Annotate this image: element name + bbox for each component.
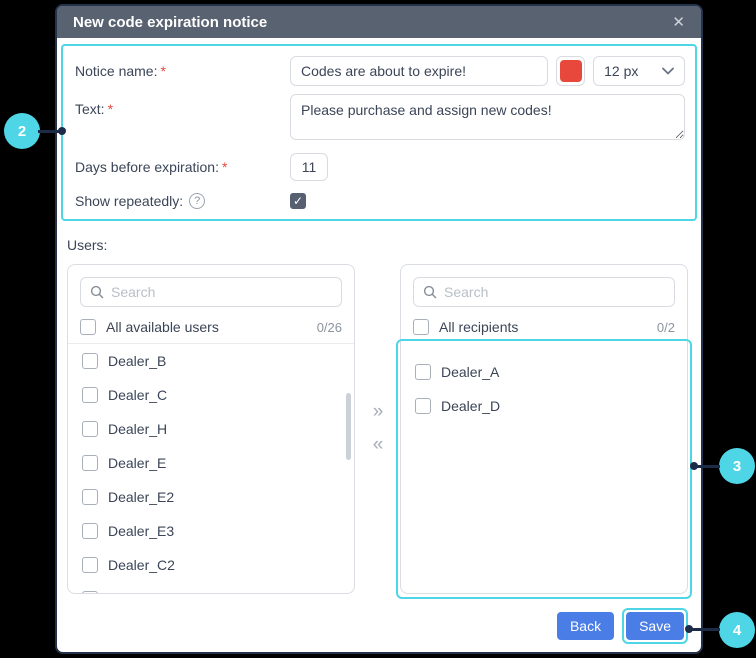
annotation-badge-4: 4 (719, 612, 755, 648)
page-background: New code expiration notice ✕ Notice name… (0, 0, 756, 658)
days-row: Days before expiration:* (75, 153, 685, 181)
available-count: 0/26 (317, 320, 342, 335)
recipients-count: 0/2 (657, 320, 675, 335)
annotation-dot-4 (685, 625, 693, 633)
notice-name-row: Notice name:* 12 px (75, 56, 685, 86)
color-swatch (560, 60, 582, 82)
dialog-header: New code expiration notice ✕ (57, 6, 701, 38)
available-search-input[interactable] (111, 284, 332, 300)
show-repeatedly-checkbox[interactable]: ✓ (290, 193, 306, 209)
search-icon (90, 285, 104, 299)
annotation-badge-2: 2 (4, 113, 40, 149)
select-all-available-row: All available users 0/26 (68, 311, 354, 343)
list-item[interactable]: Dealer_H (68, 412, 354, 446)
available-search-box (80, 277, 342, 307)
notice-name-label-text: Notice name: (75, 63, 157, 79)
days-label: Days before expiration:* (75, 159, 290, 175)
scrollbar-thumb[interactable] (346, 393, 351, 460)
notice-name-label: Notice name:* (75, 63, 290, 79)
user-checkbox[interactable] (82, 591, 98, 594)
user-name: Dealer_B (108, 353, 166, 369)
search-icon (423, 285, 437, 299)
color-picker-button[interactable] (556, 56, 585, 86)
annotation-line-3 (696, 465, 720, 468)
list-item[interactable]: Dealer_E (68, 446, 354, 480)
list-item[interactable]: Dealer_C2 (68, 548, 354, 582)
user-checkbox[interactable] (82, 489, 98, 505)
select-all-recipients-label: All recipients (439, 319, 518, 335)
font-size-select[interactable]: 12 px (593, 56, 685, 86)
days-label-text: Days before expiration: (75, 159, 219, 175)
annotation-dot-3 (690, 462, 698, 470)
user-checkbox[interactable] (82, 353, 98, 369)
user-name: Dealer_H (108, 421, 167, 437)
text-input[interactable]: Please purchase and assign new codes! (290, 94, 685, 140)
user-name: Dealer_C2 (108, 557, 175, 573)
transfer-buttons: » « (355, 264, 400, 594)
user-checkbox[interactable] (415, 398, 431, 414)
font-size-value: 12 px (604, 63, 638, 79)
recipients-panel-clip: All recipients 0/2 Dealer_A (401, 265, 687, 593)
user-name: Dealer_A (441, 364, 499, 380)
close-icon[interactable]: ✕ (672, 15, 685, 30)
users-section-label: Users: (67, 237, 701, 253)
user-checkbox[interactable] (415, 364, 431, 380)
list-item[interactable]: Dealer_A (401, 355, 687, 389)
available-users-list: Dealer_B Dealer_C Dealer_H (68, 344, 354, 594)
list-item[interactable]: Dealer_D (401, 389, 687, 423)
days-input[interactable] (290, 153, 328, 181)
move-right-button[interactable]: » (373, 402, 383, 421)
available-users-panel: All available users 0/26 Dealer_B D (67, 264, 355, 594)
list-item[interactable]: Dealer_C (68, 378, 354, 412)
recipients-search-box (413, 277, 675, 307)
user-name: Dealer_C (108, 387, 167, 403)
chevron-down-icon (662, 67, 674, 75)
select-all-recipients-row: All recipients 0/2 (401, 311, 687, 343)
list-item[interactable]: Dealer_B (68, 344, 354, 378)
save-button[interactable]: Save (626, 612, 684, 640)
annotation-dot-2 (58, 127, 66, 135)
annotation-badge-3: 3 (719, 448, 755, 484)
show-repeatedly-label-text: Show repeatedly: (75, 193, 183, 209)
user-name: Dealer_E2 (108, 489, 174, 505)
help-icon[interactable]: ? (189, 193, 205, 209)
dialog-title: New code expiration notice (73, 14, 267, 31)
dialog-footer: Back Save (557, 608, 688, 644)
select-all-available-checkbox[interactable] (80, 319, 96, 335)
annotation-line-4 (691, 628, 720, 631)
list-item[interactable]: User_A1 (68, 582, 354, 594)
move-left-button[interactable]: « (373, 435, 383, 454)
new-notice-dialog: New code expiration notice ✕ Notice name… (55, 4, 703, 654)
notice-name-input[interactable] (290, 56, 548, 86)
check-icon: ✓ (293, 195, 303, 207)
text-label-text: Text: (75, 101, 105, 117)
user-checkbox[interactable] (82, 523, 98, 539)
show-repeatedly-label: Show repeatedly: ? (75, 193, 290, 209)
list-item[interactable]: Dealer_E2 (68, 480, 354, 514)
user-name: Dealer_D (441, 398, 500, 414)
select-all-available-label: All available users (106, 319, 219, 335)
user-checkbox[interactable] (82, 387, 98, 403)
show-repeatedly-row: Show repeatedly: ? ✓ (75, 193, 685, 209)
text-label: Text:* (75, 94, 290, 117)
list-item[interactable]: Dealer_E3 (68, 514, 354, 548)
recipients-search-input[interactable] (444, 284, 665, 300)
recipients-panel: All recipients 0/2 Dealer_A (400, 264, 688, 594)
required-asterisk: * (108, 101, 113, 117)
text-row: Text:* Please purchase and assign new co… (75, 94, 685, 140)
users-transfer: All available users 0/26 Dealer_B D (67, 264, 701, 594)
required-asterisk: * (160, 63, 165, 79)
recipients-list: Dealer_A Dealer_D (401, 343, 687, 423)
user-checkbox[interactable] (82, 557, 98, 573)
user-checkbox[interactable] (82, 455, 98, 471)
back-button[interactable]: Back (557, 612, 614, 640)
select-all-recipients-checkbox[interactable] (413, 319, 429, 335)
save-highlight: Save (622, 608, 688, 644)
required-asterisk: * (222, 159, 227, 175)
user-name: Dealer_E (108, 455, 166, 471)
user-checkbox[interactable] (82, 421, 98, 437)
user-name: User_A1 (108, 591, 162, 594)
user-name: Dealer_E3 (108, 523, 174, 539)
notice-form-highlight: Notice name:* 12 px Text:* Please purch (61, 44, 697, 221)
